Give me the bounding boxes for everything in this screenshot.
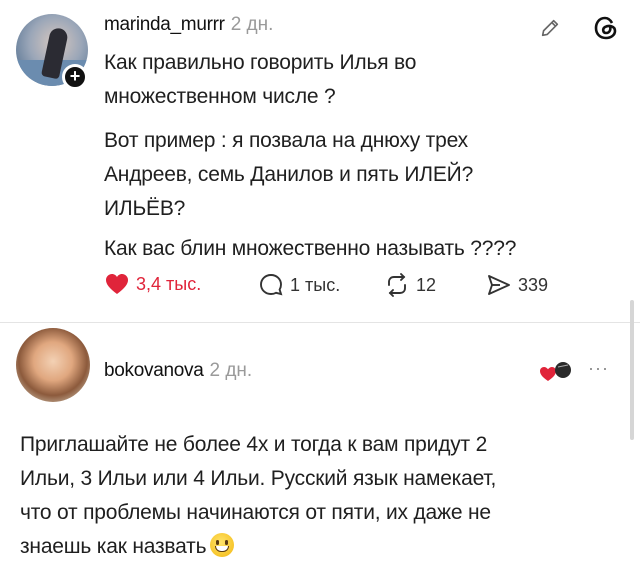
reply-bubble-icon <box>260 274 283 296</box>
reply-header: bokovanova 2 дн. <box>104 360 252 382</box>
reaction-heart-icon[interactable] <box>536 358 576 386</box>
reply-username[interactable]: bokovanova <box>104 360 204 381</box>
reply-line: Приглашайте не более 4х и тогда к вам пр… <box>20 433 488 456</box>
repost-count: 12 <box>416 274 437 295</box>
post-line: Андреев, семь Данилов и пять ИЛЕЙ? <box>104 163 474 186</box>
reply-count: 1 тыс. <box>290 274 341 295</box>
more-icon[interactable]: ··· <box>588 358 609 379</box>
reply-body: Приглашайте не более 4х и тогда к вам пр… <box>20 428 626 564</box>
reply-time: 2 дн. <box>209 360 253 381</box>
repost-button[interactable]: 12 <box>384 272 436 298</box>
share-button[interactable]: 339 <box>486 272 548 298</box>
like-count: 3,4 тыс. <box>136 273 202 294</box>
post-line: Вот пример : я позвала на днюху трех <box>104 129 468 152</box>
scrollbar[interactable] <box>630 300 634 440</box>
post-time: 2 дн. <box>230 14 274 35</box>
share-icon <box>488 275 510 295</box>
post-line: Как вас блин множественно называть ???? <box>104 237 517 260</box>
post-username[interactable]: marinda_murrr <box>104 14 225 35</box>
post-line: ИЛЬЁВ? <box>104 197 186 220</box>
divider <box>0 322 640 323</box>
post-body: Как правильно говорить Илья во множестве… <box>104 46 624 266</box>
reply-line-last: знаешь как назвать <box>20 530 626 564</box>
post-line: Как правильно говорить Илья во <box>104 51 417 74</box>
reply-line: знаешь как назвать <box>20 535 207 558</box>
threads-logo-icon[interactable] <box>590 12 622 44</box>
reply-line: Ильи, 3 Ильи или 4 Ильи. Русский язык на… <box>20 467 497 490</box>
repost-icon <box>388 273 406 297</box>
heart-icon <box>106 274 128 294</box>
reply-avatar[interactable] <box>16 328 90 402</box>
follow-plus-button[interactable]: + <box>62 64 88 90</box>
post-header: marinda_murrr 2 дн. <box>104 14 273 36</box>
reply-button[interactable]: 1 тыс. <box>258 272 340 298</box>
smile-emoji-icon <box>210 533 235 557</box>
like-button[interactable]: 3,4 тыс. <box>104 272 201 296</box>
pencil-icon[interactable] <box>536 14 564 42</box>
share-count: 339 <box>518 274 549 295</box>
reply-line: что от проблемы начинаются от пяти, их д… <box>20 501 491 524</box>
post-line: множественном числе ? <box>104 85 336 108</box>
